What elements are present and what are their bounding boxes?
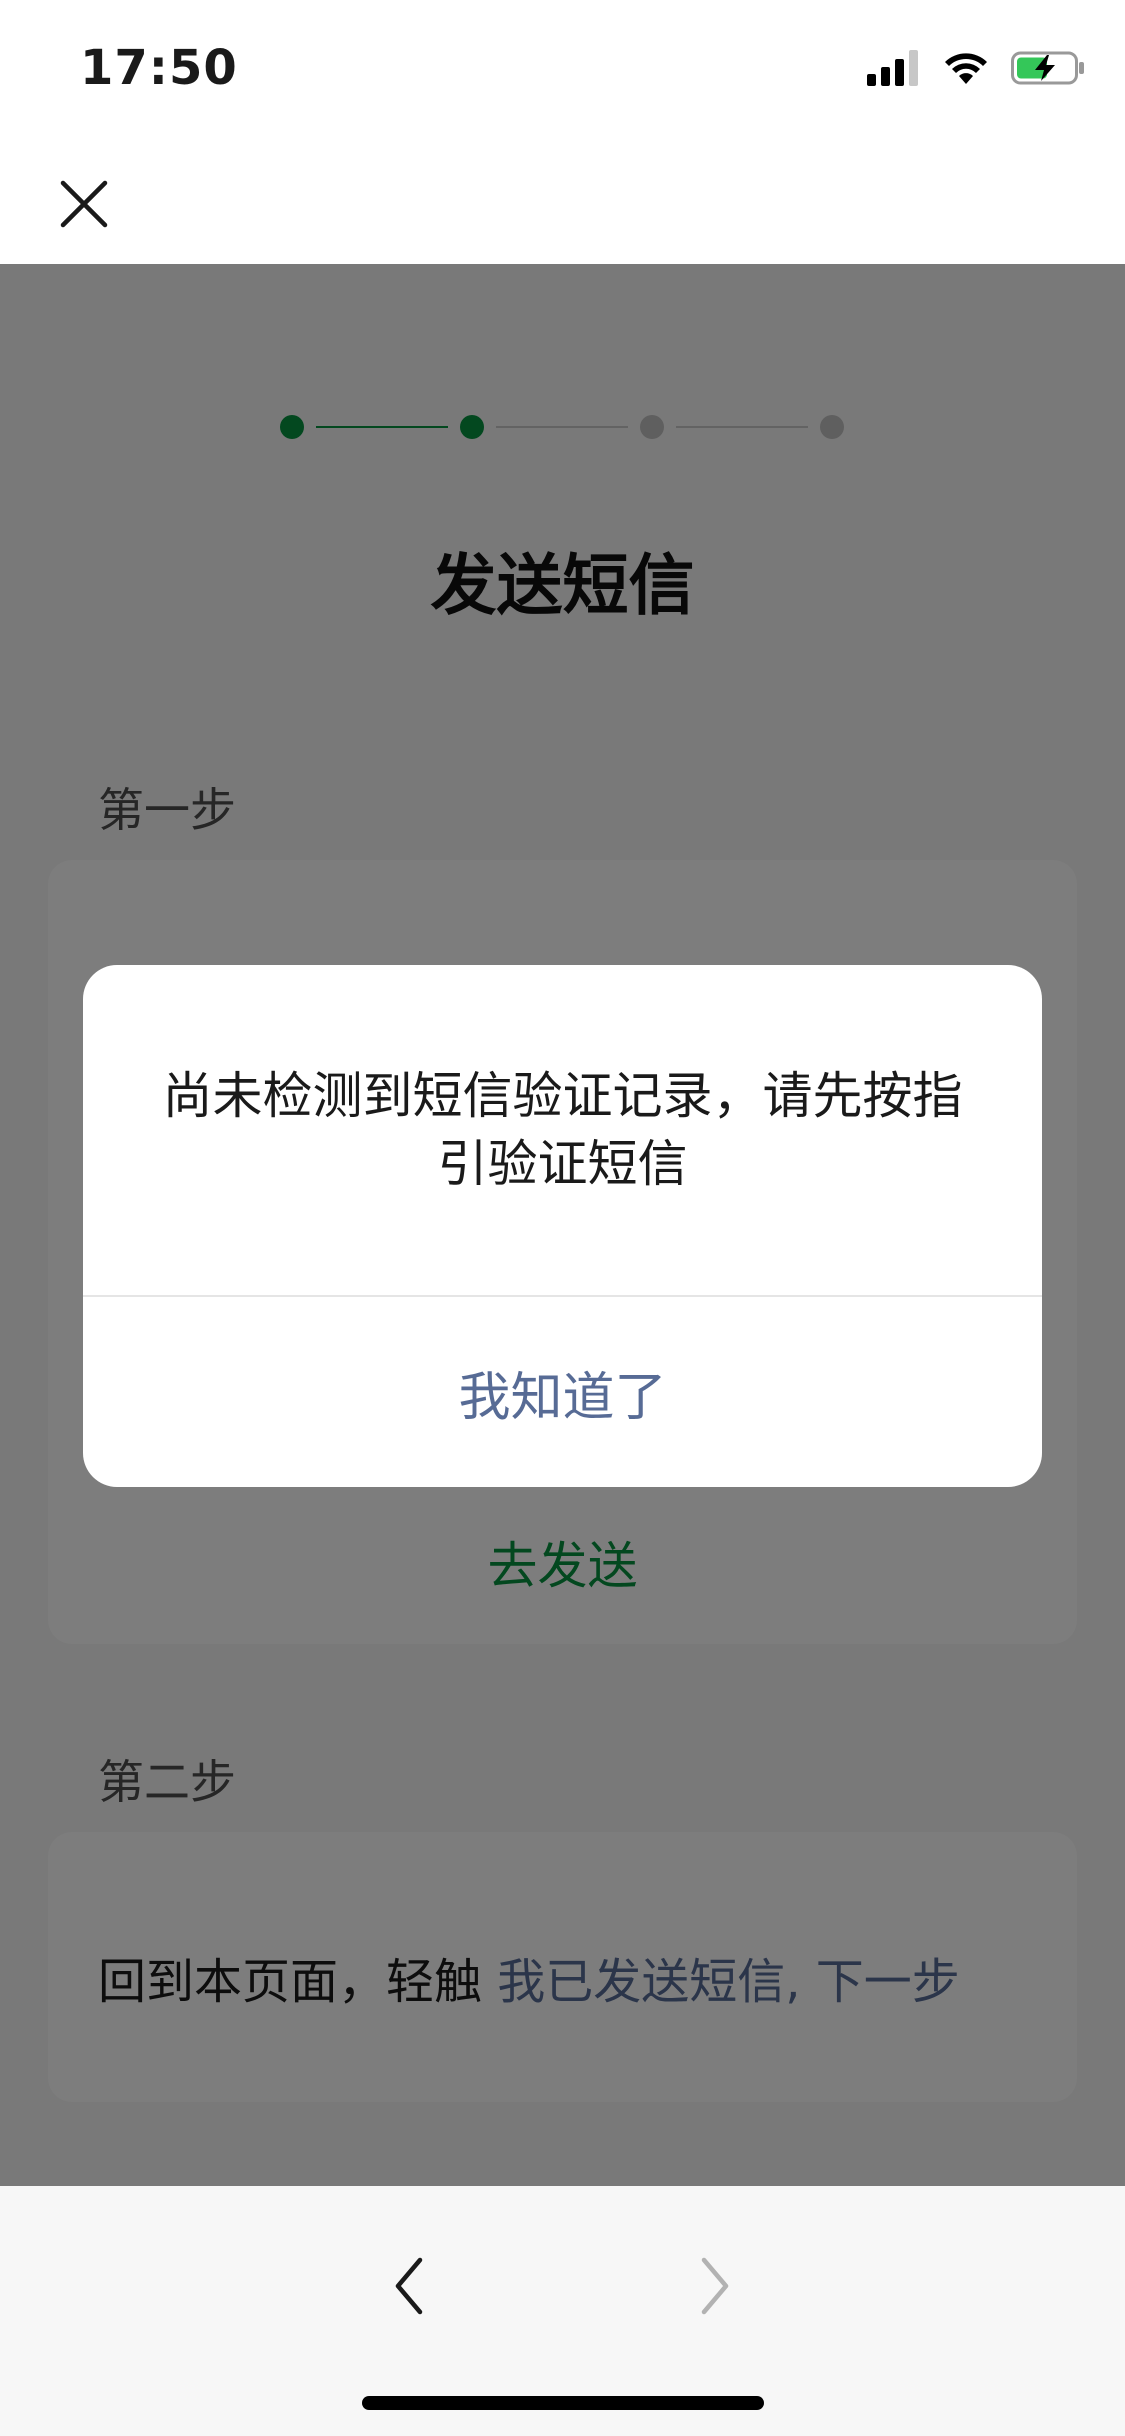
close-button[interactable]	[48, 168, 120, 240]
dialog-message: 尚未检测到短信验证记录，请先按指引验证短信	[162, 1067, 963, 1193]
close-icon	[60, 180, 108, 228]
status-bar: 17:50	[0, 0, 1125, 132]
chevron-left-icon	[395, 2257, 423, 2315]
cellular-signal-icon	[867, 50, 918, 86]
battery-charging-icon	[1011, 51, 1084, 85]
forward-button[interactable]	[674, 2246, 754, 2326]
alert-dialog: 尚未检测到短信验证记录，请先按指引验证短信 我知道了	[83, 965, 1042, 1487]
status-icons	[867, 48, 1085, 88]
dialog-confirm-button[interactable]: 我知道了	[83, 1297, 1042, 1487]
status-time: 17:50	[80, 40, 238, 96]
nav-bar	[0, 132, 1125, 264]
home-indicator	[362, 2396, 764, 2410]
wifi-icon	[945, 53, 987, 84]
bottom-toolbar	[0, 2186, 1125, 2436]
back-button[interactable]	[370, 2246, 450, 2326]
chevron-right-icon	[701, 2257, 729, 2315]
